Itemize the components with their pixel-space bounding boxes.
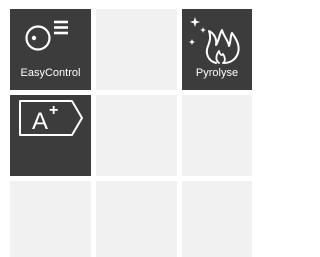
pyrolyse-icon xyxy=(189,17,240,64)
energy-class-superscript: + xyxy=(49,102,58,119)
tile-empty xyxy=(10,181,91,257)
tile-label: Pyrolyse xyxy=(195,67,239,79)
tile-empty xyxy=(96,181,177,257)
tile-empty xyxy=(96,95,177,176)
feature-grid: EasyControl Pyrolyse A + xyxy=(0,0,252,257)
tile-empty xyxy=(96,9,177,90)
tile-pyrolyse: Pyrolyse xyxy=(182,9,252,90)
energy-class-a-plus-icon: A + xyxy=(19,100,83,136)
tile-energy-class: A + xyxy=(10,95,91,176)
tile-label: EasyControl xyxy=(20,67,81,79)
easycontrol-icon xyxy=(25,20,68,51)
tile-easycontrol: EasyControl xyxy=(10,9,91,90)
tile-empty xyxy=(182,95,252,176)
energy-class-letter: A xyxy=(32,108,48,135)
tile-empty xyxy=(182,181,252,257)
